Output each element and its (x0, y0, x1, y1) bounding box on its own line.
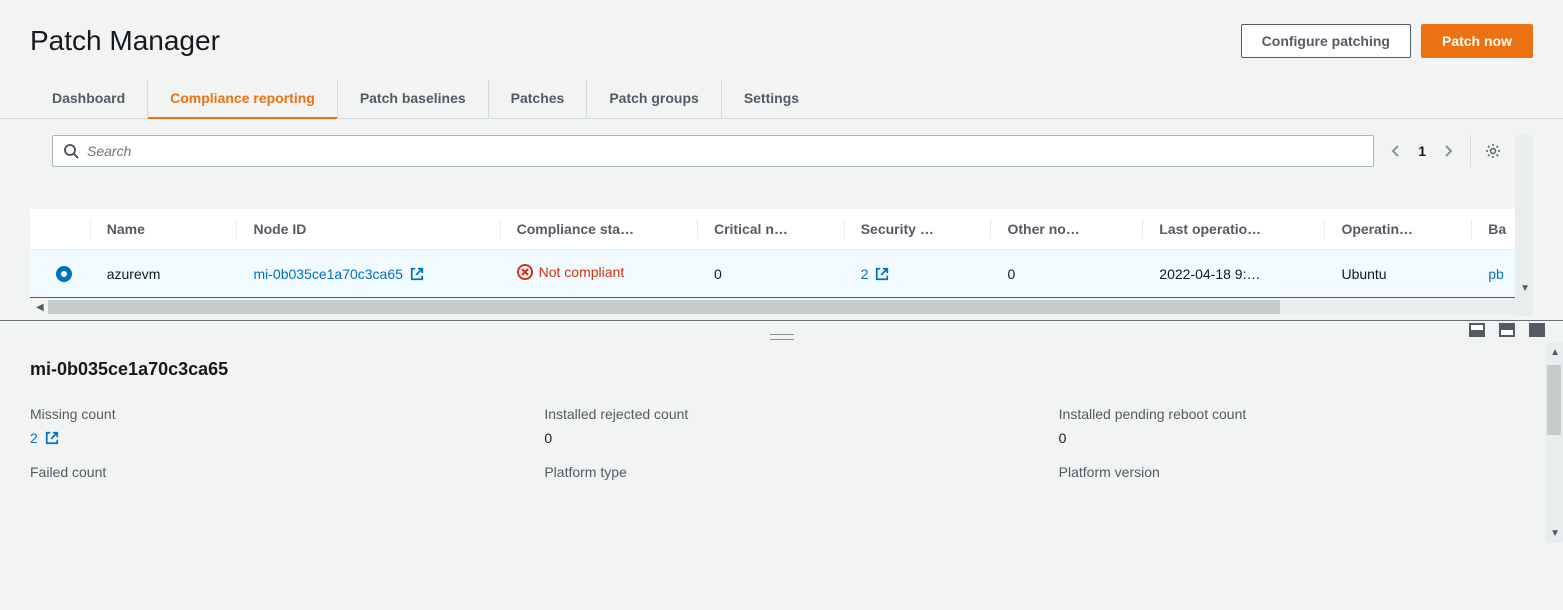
gear-icon[interactable] (1485, 143, 1501, 159)
page-title: Patch Manager (30, 25, 220, 57)
next-page-icon[interactable] (1440, 143, 1456, 159)
scroll-down-icon[interactable]: ▼ (1550, 528, 1560, 539)
nodeid-link[interactable]: mi-0b035ce1a70c3ca65 (253, 266, 402, 282)
external-link-icon[interactable] (875, 267, 889, 281)
drag-handle-icon[interactable] (770, 334, 794, 340)
name-column-header[interactable]: Name (91, 209, 238, 250)
installed-rejected-value: 0 (544, 430, 1018, 446)
instances-table: Name Node ID Compliance sta… Critical n…… (30, 209, 1533, 298)
error-icon (517, 264, 533, 280)
installed-rejected-label: Installed rejected count (544, 406, 1018, 422)
horizontal-scrollbar[interactable]: ◀ ▶ (30, 298, 1533, 316)
tab-dashboard[interactable]: Dashboard (30, 80, 148, 118)
scroll-up-icon[interactable]: ▲ (1550, 347, 1560, 358)
cell-name: azurevm (91, 250, 238, 298)
compliance-status: Not compliant (517, 264, 625, 280)
external-link-icon[interactable] (45, 431, 59, 445)
panel-splitter[interactable] (0, 320, 1563, 343)
row-radio[interactable] (56, 266, 72, 282)
platform-type-label: Platform type (544, 464, 1018, 480)
tab-patch-baselines[interactable]: Patch baselines (338, 80, 489, 118)
page-number: 1 (1418, 143, 1426, 159)
lastop-column-header[interactable]: Last operatio… (1143, 209, 1325, 250)
prev-page-icon[interactable] (1388, 143, 1404, 159)
missing-count-value[interactable]: 2 (30, 430, 504, 446)
tab-compliance-reporting[interactable]: Compliance reporting (148, 80, 338, 118)
scroll-left-icon[interactable]: ◀ (32, 302, 48, 313)
compliance-status-label: Not compliant (539, 264, 625, 280)
baseline-link[interactable]: pb (1488, 266, 1504, 282)
compliance-column-header[interactable]: Compliance sta… (501, 209, 698, 250)
cell-critical: 0 (698, 250, 845, 298)
panel-maximize-button[interactable] (1529, 323, 1545, 337)
nodeid-column-header[interactable]: Node ID (237, 209, 500, 250)
pending-reboot-label: Installed pending reboot count (1059, 406, 1533, 422)
missing-count-label: Missing count (30, 406, 504, 422)
panel-dock-bottom-button[interactable] (1469, 323, 1485, 337)
tab-settings[interactable]: Settings (722, 80, 821, 118)
details-title: mi-0b035ce1a70c3ca65 (30, 359, 1533, 380)
critical-column-header[interactable]: Critical n… (698, 209, 845, 250)
other-column-header[interactable]: Other no… (991, 209, 1143, 250)
cell-os: Ubuntu (1325, 250, 1472, 298)
scroll-thumb[interactable] (1547, 365, 1561, 435)
search-icon (63, 143, 79, 159)
failed-count-label: Failed count (30, 464, 504, 480)
external-link-icon[interactable] (410, 267, 424, 281)
scroll-track[interactable] (48, 300, 1516, 314)
scroll-thumb[interactable] (48, 300, 1281, 314)
tab-patches[interactable]: Patches (489, 80, 588, 118)
tabs-row: Dashboard Compliance reporting Patch bas… (0, 58, 1563, 119)
panel-dock-split-button[interactable] (1499, 323, 1515, 337)
search-input[interactable] (87, 143, 1363, 159)
details-scrollbar[interactable]: ▲ ▼ (1545, 343, 1563, 543)
platform-version-label: Platform version (1059, 464, 1533, 480)
security-column-header[interactable]: Security … (845, 209, 992, 250)
scroll-down-icon[interactable]: ▼ (1520, 283, 1530, 294)
os-column-header[interactable]: Operatin… (1325, 209, 1472, 250)
pending-reboot-value: 0 (1059, 430, 1533, 446)
cell-lastop: 2022-04-18 9:… (1143, 250, 1325, 298)
search-box[interactable] (52, 135, 1374, 167)
security-count-link[interactable]: 2 (861, 266, 869, 282)
pagination: 1 (1374, 143, 1470, 159)
patch-now-button[interactable]: Patch now (1421, 24, 1533, 58)
cell-other: 0 (991, 250, 1143, 298)
table-row[interactable]: azurevm mi-0b035ce1a70c3ca65 Not complia… (30, 250, 1533, 298)
select-column-header (30, 209, 91, 250)
tab-patch-groups[interactable]: Patch groups (587, 80, 721, 118)
configure-patching-button[interactable]: Configure patching (1241, 24, 1411, 58)
